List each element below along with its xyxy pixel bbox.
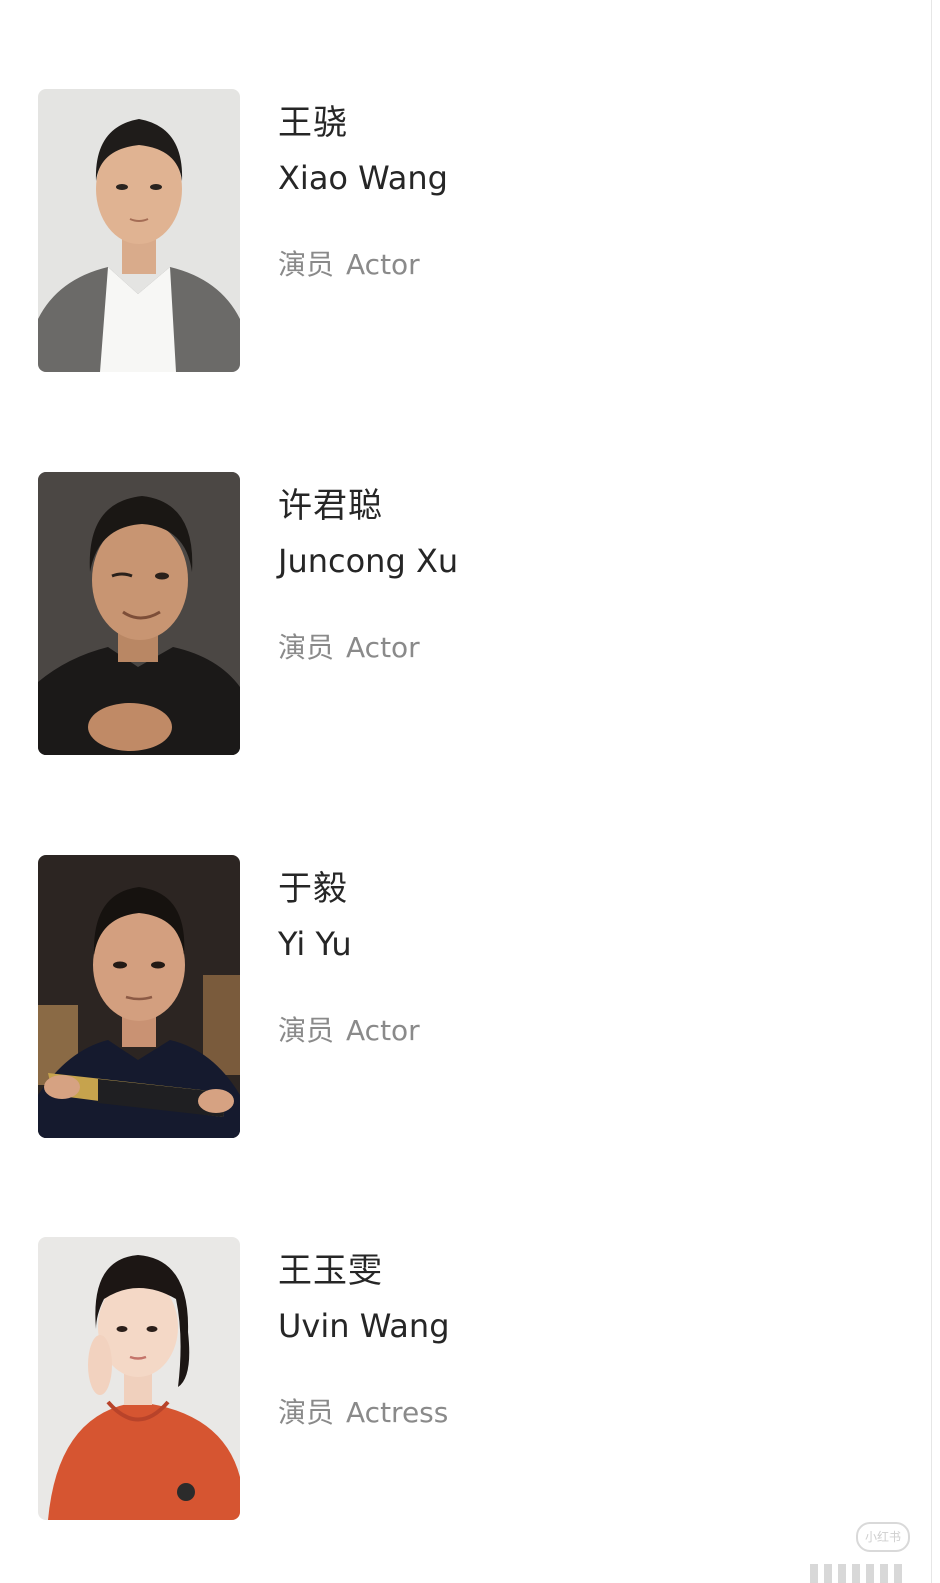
role-english: Actor	[346, 248, 420, 281]
portrait-man-grey-suit-image	[38, 89, 240, 372]
portrait-man-leather-jacket-image	[38, 472, 240, 755]
portrait-photo-yi-yu	[38, 855, 240, 1138]
role-chinese: 演员	[278, 1014, 335, 1047]
role-chinese: 演员	[278, 248, 335, 281]
role-chinese: 演员	[278, 631, 335, 664]
name-chinese: 于毅	[278, 869, 348, 909]
name-english: Xiao Wang	[278, 159, 448, 197]
cast-card-yi-yu[interactable]: 于毅 Yi Yu 演员 Actor	[38, 855, 838, 1138]
name-chinese: 王玉雯	[278, 1251, 383, 1291]
portrait-man-holding-fan-image	[38, 855, 240, 1138]
role-english: Actress	[346, 1396, 449, 1429]
role-label: 演员 Actor	[278, 1009, 420, 1049]
role-chinese: 演员	[278, 1396, 335, 1429]
role-label: 演员 Actor	[278, 626, 420, 666]
portrait-woman-red-hoodie-image	[38, 1237, 240, 1520]
role-english: Actor	[346, 631, 420, 664]
name-english: Uvin Wang	[278, 1307, 450, 1345]
role-label: 演员 Actress	[278, 1391, 448, 1431]
portrait-photo-juncong-xu	[38, 472, 240, 755]
bottom-edge-decoration	[700, 1564, 920, 1583]
portrait-photo-xiao-wang	[38, 89, 240, 372]
name-chinese: 许君聪	[278, 486, 383, 526]
cast-card-uvin-wang[interactable]: 王玉雯 Uvin Wang 演员 Actress	[38, 1237, 838, 1520]
name-english: Yi Yu	[278, 925, 352, 963]
name-chinese: 王骁	[278, 103, 348, 143]
page-edge-divider	[931, 0, 932, 1583]
cast-list: 王骁 Xiao Wang 演员 Actor 许君聪 Juncong Xu 演员 …	[0, 0, 930, 1583]
portrait-photo-uvin-wang	[38, 1237, 240, 1520]
role-label: 演员 Actor	[278, 243, 420, 283]
name-english: Juncong Xu	[278, 542, 459, 580]
xiaohongshu-watermark: 小红书	[856, 1522, 910, 1552]
role-english: Actor	[346, 1014, 420, 1047]
cast-card-xiao-wang[interactable]: 王骁 Xiao Wang 演员 Actor	[38, 89, 838, 372]
cast-card-juncong-xu[interactable]: 许君聪 Juncong Xu 演员 Actor	[38, 472, 838, 755]
